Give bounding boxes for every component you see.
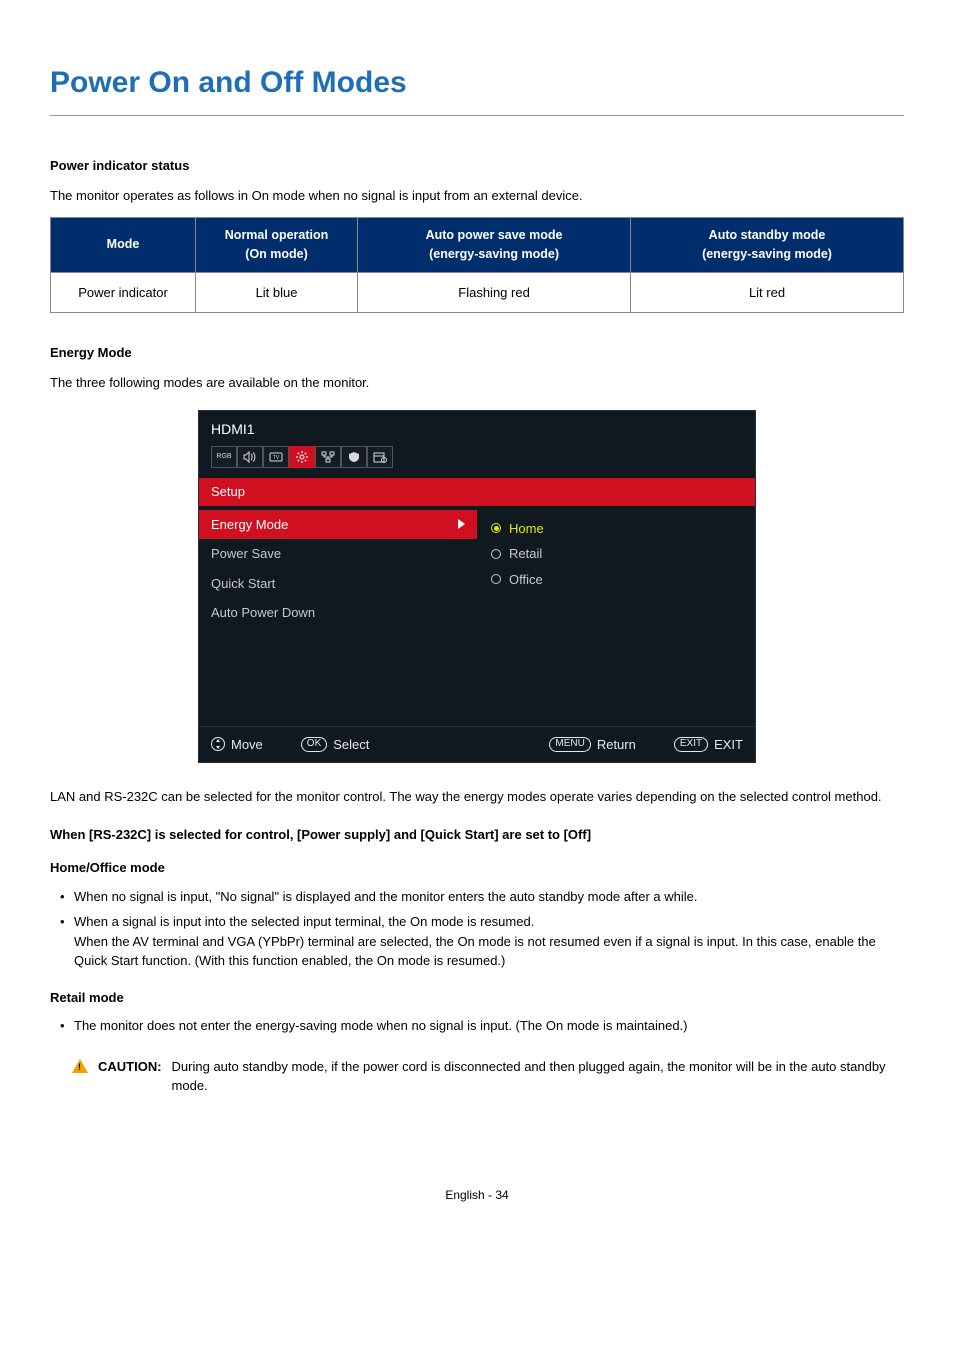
ok-key-icon: OK — [301, 737, 327, 752]
schedule-icon[interactable] — [367, 446, 393, 468]
th-mode: Mode — [51, 218, 196, 273]
power-indicator-intro: The monitor operates as follows in On mo… — [50, 186, 904, 206]
hint-label: EXIT — [714, 735, 743, 755]
th-normal-b: (On mode) — [245, 247, 308, 261]
caution-text: During auto standby mode, if the power c… — [172, 1057, 904, 1096]
home-office-heading: Home/Office mode — [50, 858, 904, 878]
list-item: When no signal is input, "No signal" is … — [74, 884, 904, 910]
th-normal: Normal operation (On mode) — [196, 218, 358, 273]
svg-text:TV: TV — [273, 455, 280, 461]
hint-label: Move — [231, 735, 263, 755]
caution-label: CAUTION: — [98, 1057, 162, 1096]
cell-asm: Lit red — [631, 272, 904, 313]
th-apsm-b: (energy-saving mode) — [429, 247, 559, 261]
warning-icon — [72, 1059, 88, 1073]
radio-selected-icon — [491, 523, 501, 533]
rs232-heading: When [RS-232C] is selected for control, … — [50, 825, 904, 845]
osd-category: Setup — [199, 478, 755, 506]
tv-icon[interactable]: TV — [263, 446, 289, 468]
power-indicator-heading: Power indicator status — [50, 156, 904, 176]
cell-mode: Power indicator — [51, 272, 196, 313]
radio-icon — [491, 574, 501, 584]
option-label: Home — [509, 519, 544, 539]
th-apsm-a: Auto power save mode — [426, 228, 563, 242]
osd-panel: HDMI1 RGB TV — [198, 410, 756, 763]
list-item: The monitor does not enter the energy-sa… — [74, 1013, 904, 1039]
caution-block: CAUTION: During auto standby mode, if th… — [50, 1057, 904, 1096]
menu-key-icon: MENU — [549, 737, 590, 752]
th-asm-b: (energy-saving mode) — [702, 247, 832, 261]
osd-header: HDMI1 RGB TV — [199, 411, 755, 478]
menu-item-power-save[interactable]: Power Save — [199, 539, 477, 569]
hint-return: MENU Return — [549, 735, 635, 755]
menu-item-quick-start[interactable]: Quick Start — [199, 569, 477, 599]
menu-item-auto-power-down[interactable]: Auto Power Down — [199, 598, 477, 628]
th-normal-a: Normal operation — [225, 228, 329, 242]
rgb-icon[interactable]: RGB — [211, 446, 237, 468]
option-home[interactable]: Home — [491, 516, 741, 542]
osd-tab-row: RGB TV — [211, 446, 743, 468]
energy-mode-heading: Energy Mode — [50, 343, 904, 363]
page-footer: English - 34 — [50, 1186, 904, 1204]
hint-select: OK Select — [301, 735, 370, 755]
osd-options: Home Retail Office — [477, 506, 755, 726]
page-title: Power On and Off Modes — [50, 60, 904, 105]
option-office[interactable]: Office — [491, 567, 741, 593]
hint-label: Select — [333, 735, 369, 755]
table-row: Power indicator Lit blue Flashing red Li… — [51, 272, 904, 313]
option-retail[interactable]: Retail — [491, 541, 741, 567]
list-line: When the AV terminal and VGA (YPbPr) ter… — [74, 934, 876, 969]
osd-footer: Move OK Select MENU Return EXIT EXIT — [199, 726, 755, 763]
list-line: When a signal is input into the selected… — [74, 914, 534, 929]
option-label: Office — [509, 570, 543, 590]
menu-item-label: Energy Mode — [211, 515, 288, 535]
retail-heading: Retail mode — [50, 988, 904, 1008]
option-label: Retail — [509, 544, 542, 564]
th-asm-a: Auto standby mode — [709, 228, 826, 242]
updown-icon — [211, 737, 225, 751]
lan-rs232-note: LAN and RS-232C can be selected for the … — [50, 787, 904, 807]
gear-icon[interactable] — [289, 446, 315, 468]
osd-source-label: HDMI1 — [211, 419, 743, 440]
network-icon[interactable] — [315, 446, 341, 468]
radio-icon — [491, 549, 501, 559]
cell-apsm: Flashing red — [358, 272, 631, 313]
shield-icon[interactable] — [341, 446, 367, 468]
home-office-list: When no signal is input, "No signal" is … — [50, 884, 904, 974]
speaker-icon[interactable] — [237, 446, 263, 468]
cell-normal: Lit blue — [196, 272, 358, 313]
th-apsm: Auto power save mode (energy-saving mode… — [358, 218, 631, 273]
title-rule — [50, 115, 904, 116]
osd-menu-list: Energy Mode Power Save Quick Start Auto … — [199, 506, 477, 726]
energy-mode-intro: The three following modes are available … — [50, 373, 904, 393]
chevron-right-icon — [458, 519, 465, 529]
exit-key-icon: EXIT — [674, 737, 708, 752]
th-asm: Auto standby mode (energy-saving mode) — [631, 218, 904, 273]
hint-exit: EXIT EXIT — [674, 735, 743, 755]
power-indicator-table: Mode Normal operation (On mode) Auto pow… — [50, 217, 904, 313]
menu-item-energy-mode[interactable]: Energy Mode — [199, 510, 477, 540]
retail-list: The monitor does not enter the energy-sa… — [50, 1013, 904, 1039]
hint-move: Move — [211, 735, 263, 755]
list-item: When a signal is input into the selected… — [74, 909, 904, 974]
hint-label: Return — [597, 735, 636, 755]
